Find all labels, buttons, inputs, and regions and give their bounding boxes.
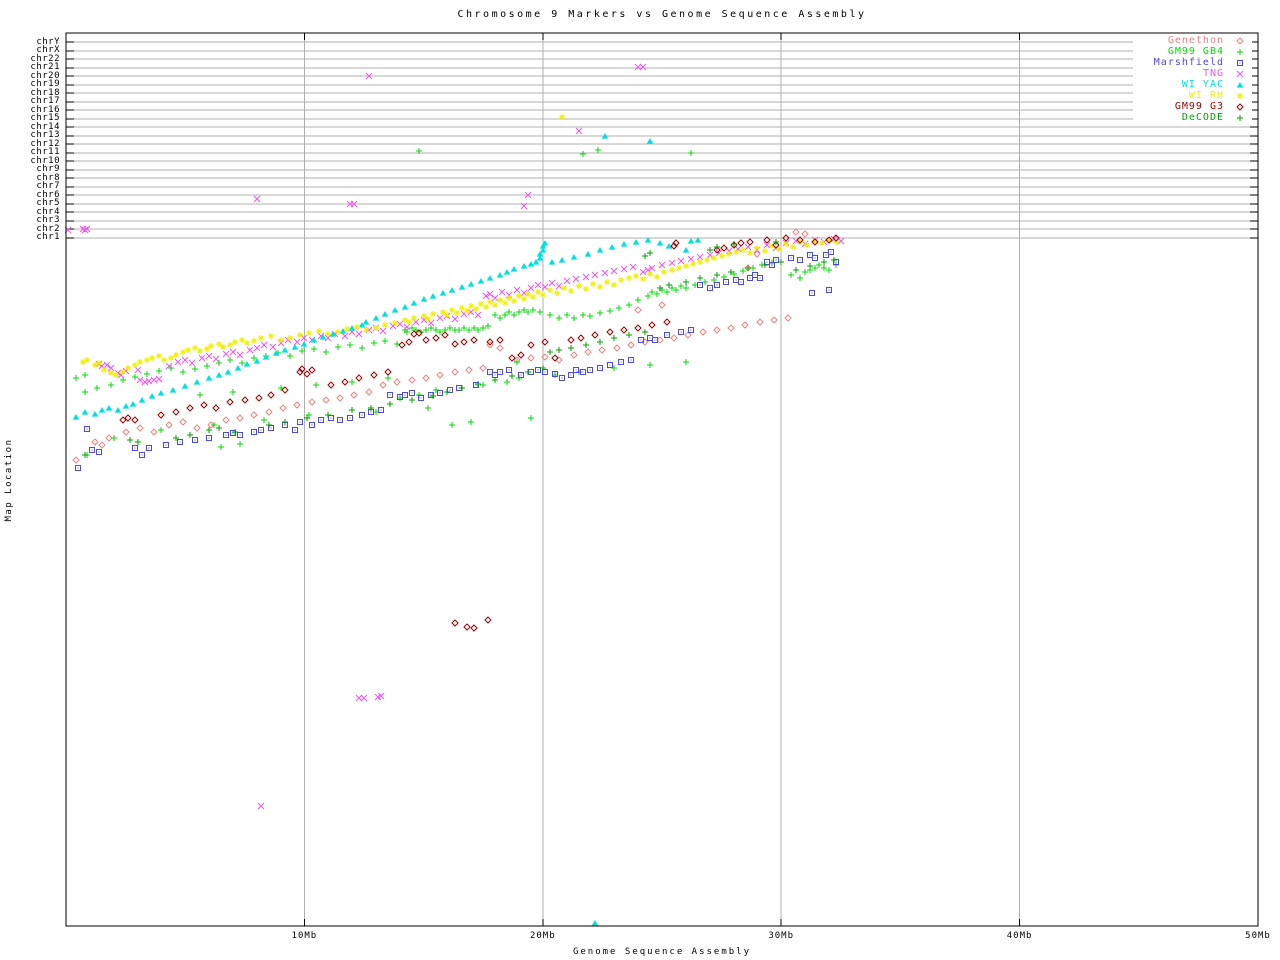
plot-border	[66, 33, 1258, 926]
legend-label: WI RH	[1189, 91, 1224, 101]
legend-label: TNG	[1203, 69, 1224, 79]
legend: GenethonGM99 GB4MarshfieldTNGWI YACWI RH…	[1133, 35, 1252, 123]
legend-marker-boxed-square-icon	[1234, 58, 1246, 68]
y-tick-label-chr1: chr1	[36, 233, 60, 242]
legend-entry-marshfield: Marshfield	[1133, 57, 1252, 68]
legend-label: Genethon	[1168, 36, 1224, 46]
legend-label: GM99 G3	[1175, 102, 1224, 112]
x-tick-label-50Mb: 50Mb	[1222, 931, 1280, 941]
legend-marker-star-icon	[1234, 91, 1246, 101]
legend-marker-open-diamond-icon	[1234, 36, 1246, 46]
legend-entry-genethon: Genethon	[1133, 35, 1252, 46]
legend-marker-plus-icon	[1234, 113, 1246, 123]
series-wi-yac	[73, 133, 702, 926]
legend-entry-wi-rh: WI RH	[1133, 90, 1252, 101]
legend-entry-wi-yac: WI YAC	[1133, 79, 1252, 90]
legend-label: WI YAC	[1182, 80, 1224, 90]
x-tick-label-30Mb: 30Mb	[745, 931, 817, 941]
x-axis-tick-labels: 10Mb 20Mb 30Mb 40Mb 50Mb	[0, 931, 1280, 945]
legend-entry-decode: DeCODE	[1133, 112, 1252, 123]
legend-entry-gm99-g3: GM99 G3	[1133, 101, 1252, 112]
legend-marker-cross-icon	[1234, 69, 1246, 79]
plot-area	[0, 0, 1280, 960]
series-gm99-gb4	[73, 147, 839, 458]
legend-entry-gm99-gb4: GM99 GB4	[1133, 46, 1252, 57]
legend-label: Marshfield	[1154, 58, 1224, 68]
series-tng	[65, 64, 844, 809]
legend-label: DeCODE	[1182, 113, 1224, 123]
legend-marker-plus-icon	[1234, 47, 1246, 57]
x-tick-label-40Mb: 40Mb	[984, 931, 1056, 941]
legend-marker-open-diamond-icon	[1234, 102, 1246, 112]
legend-entry-tng: TNG	[1133, 68, 1252, 79]
x-tick-label-10Mb: 10Mb	[268, 931, 340, 941]
legend-marker-filled-triangle-icon	[1234, 80, 1246, 90]
y-axis-tick-labels: chrYchrXchr22chr21chr20chr19chr18chr17ch…	[0, 0, 60, 960]
x-tick-label-20Mb: 20Mb	[507, 931, 579, 941]
legend-label: GM99 GB4	[1168, 47, 1224, 57]
chart-canvas: Chromosome 9 Markers vs Genome Sequence …	[0, 0, 1280, 960]
